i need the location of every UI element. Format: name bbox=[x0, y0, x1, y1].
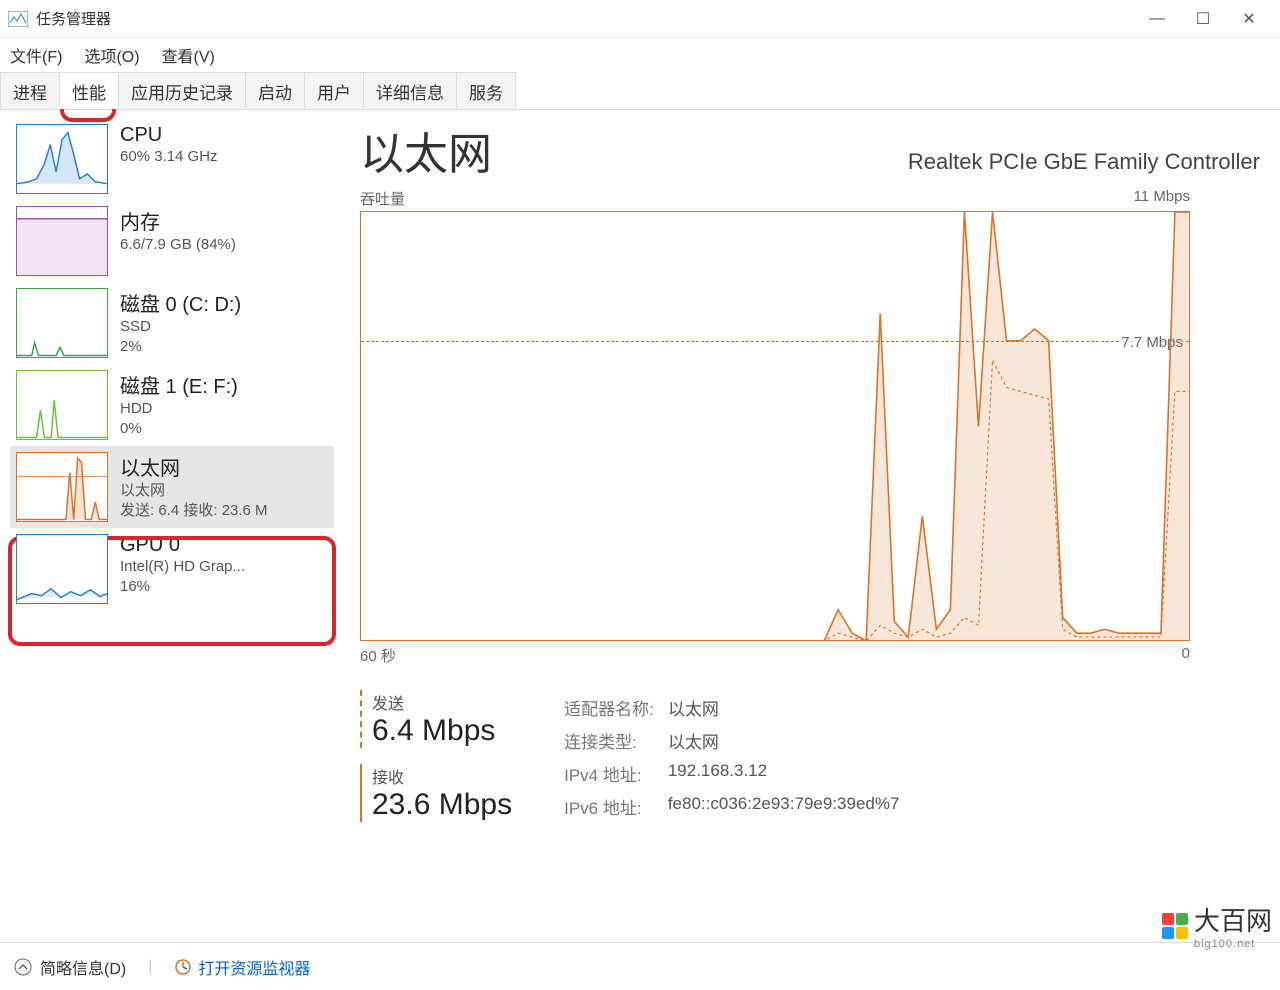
sidebar-item-label: 以太网 bbox=[120, 452, 268, 481]
menu-view[interactable]: 查看(V) bbox=[162, 43, 215, 67]
thumb-disk1 bbox=[16, 370, 108, 440]
tab-startup[interactable]: 启动 bbox=[245, 72, 305, 109]
thumb-ethernet bbox=[16, 452, 108, 522]
thumb-disk0 bbox=[16, 288, 108, 358]
throughput-chart: 7.7 Mbps bbox=[360, 211, 1190, 641]
send-value: 6.4 Mbps bbox=[372, 714, 512, 748]
minimize-button[interactable]: — bbox=[1134, 4, 1180, 34]
resmon-icon bbox=[174, 958, 192, 976]
scale-max: 11 Mbps bbox=[1134, 188, 1190, 209]
chevron-up-icon bbox=[14, 958, 32, 976]
sidebar-item-memory[interactable]: 内存 6.6/7.9 GB (84%) bbox=[10, 200, 334, 282]
throughput-label: 吞吐量 bbox=[360, 188, 405, 209]
sidebar-item-disk1[interactable]: 磁盘 1 (E: F:) HDD 0% bbox=[10, 364, 334, 446]
info-table: 适配器名称:以太网 连接类型:以太网 IPv4 地址:192.168.3.12 … bbox=[562, 690, 913, 824]
detail-pane: 以太网 Realtek PCIe GbE Family Controller 吞… bbox=[340, 110, 1280, 942]
sidebar-item-label: GPU 0 bbox=[120, 534, 245, 557]
sidebar: CPU 60% 3.14 GHz 内存 6.6/7.9 GB (84%) 磁盘 … bbox=[0, 110, 340, 942]
sidebar-item-label: CPU bbox=[120, 124, 218, 147]
sidebar-item-label: 内存 bbox=[120, 206, 236, 235]
x-left: 60 秒 bbox=[360, 645, 396, 666]
sidebar-item-gpu0[interactable]: GPU 0 Intel(R) HD Grap... 16% bbox=[10, 528, 334, 610]
sidebar-item-label: 磁盘 0 (C: D:) bbox=[120, 288, 241, 317]
menu-file[interactable]: 文件(F) bbox=[10, 43, 62, 67]
sidebar-item-disk0[interactable]: 磁盘 0 (C: D:) SSD 2% bbox=[10, 282, 334, 364]
tab-performance[interactable]: 性能 bbox=[59, 72, 119, 109]
close-button[interactable]: ✕ bbox=[1226, 4, 1272, 34]
tab-users[interactable]: 用户 bbox=[304, 72, 364, 109]
fewer-details-button[interactable]: 简略信息(D) bbox=[14, 955, 126, 979]
menu-options[interactable]: 选项(O) bbox=[84, 43, 139, 67]
thumb-cpu bbox=[16, 124, 108, 194]
open-resource-monitor-link[interactable]: 打开资源监视器 bbox=[174, 955, 310, 979]
footer: 简略信息(D) | 打开资源监视器 bbox=[0, 942, 1280, 990]
menubar: 文件(F) 选项(O) 查看(V) bbox=[0, 38, 1280, 72]
sidebar-item-label: 磁盘 1 (E: F:) bbox=[120, 370, 238, 399]
tab-processes[interactable]: 进程 bbox=[0, 72, 60, 109]
tabstrip: 进程 性能 应用历史记录 启动 用户 详细信息 服务 bbox=[0, 72, 1280, 110]
watermark-logo-icon bbox=[1162, 913, 1188, 939]
app-icon bbox=[8, 11, 28, 27]
thumb-gpu0 bbox=[16, 534, 108, 604]
detail-heading: 以太网 bbox=[360, 118, 492, 182]
recv-label: 接收 bbox=[372, 764, 512, 788]
sidebar-item-ethernet[interactable]: 以太网 以太网 发送: 6.4 接收: 23.6 M bbox=[10, 446, 334, 528]
titlebar: 任务管理器 — ☐ ✕ bbox=[0, 0, 1280, 38]
tab-services[interactable]: 服务 bbox=[456, 72, 516, 109]
tab-details[interactable]: 详细信息 bbox=[363, 72, 457, 109]
maximize-button[interactable]: ☐ bbox=[1180, 4, 1226, 34]
thumb-memory bbox=[16, 206, 108, 276]
watermark: 大百网 big100.net bbox=[1162, 901, 1272, 950]
tab-app-history[interactable]: 应用历史记录 bbox=[118, 72, 246, 109]
window-title: 任务管理器 bbox=[36, 8, 1134, 29]
sidebar-item-cpu[interactable]: CPU 60% 3.14 GHz bbox=[10, 118, 334, 200]
recv-value: 23.6 Mbps bbox=[372, 788, 512, 822]
send-label: 发送 bbox=[372, 690, 512, 714]
x-right: 0 bbox=[1182, 645, 1190, 666]
adapter-name: Realtek PCIe GbE Family Controller bbox=[908, 149, 1260, 175]
